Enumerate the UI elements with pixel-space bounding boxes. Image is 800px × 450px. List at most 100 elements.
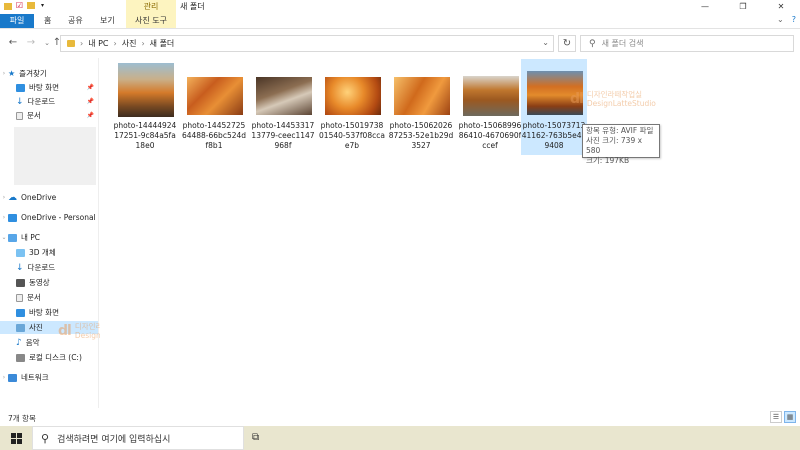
sidebar-item-local-disk[interactable]: 로컬 디스크 (C:) xyxy=(0,351,98,364)
watermark-logo: dl xyxy=(58,323,72,339)
sidebar-item-quick-access[interactable]: › ★ 즐겨찾기 xyxy=(0,67,98,80)
file-item[interactable]: photo-1501973801540-537f08ccae7b xyxy=(319,59,385,153)
navigation-bar: ← → ⌄ ↑ › 내 PC › 사진 › 새 폴더 ⌄ ↻ ⚲ 새 폴더 검색 xyxy=(0,32,800,54)
forward-arrow-icon[interactable]: → xyxy=(24,36,38,50)
chevron-icon[interactable]: › xyxy=(0,70,8,77)
start-button[interactable] xyxy=(0,426,32,450)
sidebar-item-3d-objects[interactable]: 3D 개체 xyxy=(0,246,98,259)
window-title: 새 폴더 xyxy=(180,2,205,11)
tab-home[interactable]: 홈 xyxy=(36,14,59,28)
download-icon: ↓ xyxy=(16,262,24,273)
file-thumbnail xyxy=(187,63,243,117)
sidebar-item-downloads[interactable]: ↓ 다운로드 xyxy=(0,261,98,274)
back-arrow-icon[interactable]: ← xyxy=(6,36,20,50)
close-button[interactable]: ✕ xyxy=(762,0,800,14)
sidebar-item-label: 사진 xyxy=(29,323,43,332)
file-item[interactable]: photo-1506202687253-52e1b29d3527 xyxy=(388,59,454,153)
help-icon[interactable]: ? xyxy=(792,15,796,24)
tab-picture-tools[interactable]: 사진 도구 xyxy=(126,14,176,28)
taskbar-search-placeholder: 검색하려면 여기에 입력하십시 xyxy=(57,434,171,445)
large-icons-view-icon[interactable]: ▦ xyxy=(784,411,796,423)
search-placeholder: 새 폴더 검색 xyxy=(601,39,644,48)
pin-icon[interactable]: 📌 xyxy=(87,98,94,105)
file-thumbnail xyxy=(463,63,519,117)
pin-icon[interactable]: 📌 xyxy=(87,112,94,119)
refresh-button[interactable]: ↻ xyxy=(558,35,576,52)
taskbar-search-input[interactable]: ⚲ 검색하려면 여기에 입력하십시 xyxy=(32,426,244,450)
tab-file[interactable]: 파일 xyxy=(0,14,34,28)
film-icon xyxy=(16,278,25,287)
task-view-icon[interactable]: ⧉ xyxy=(252,432,259,443)
title-bar: ☑ ▾ 관리 새 폴더 — ❐ ✕ xyxy=(0,0,800,14)
pin-icon[interactable]: 📌 xyxy=(87,84,94,91)
tooltip-dimensions: 사진 크기: 739 x 580 xyxy=(586,136,643,155)
document-icon xyxy=(16,111,23,120)
computer-icon xyxy=(8,233,17,242)
chevron-icon[interactable]: › xyxy=(0,214,8,221)
context-tab-manage[interactable]: 관리 xyxy=(126,0,176,14)
folder-icon xyxy=(67,40,75,47)
file-name: photo-1445331713779-ceec1147968f xyxy=(251,121,315,150)
file-item[interactable]: photo-1506899686410-4670690fccef xyxy=(457,59,523,153)
navigation-pane: › ★ 즐겨찾기 바탕 화면 📌 ↓ 다운로드 📌 문서 📌 › ☁ OneDr… xyxy=(0,58,99,408)
sidebar-item-downloads[interactable]: ↓ 다운로드 📌 xyxy=(0,95,98,108)
breadcrumb-this-pc[interactable]: 내 PC xyxy=(88,38,108,49)
minimize-button[interactable]: — xyxy=(686,0,724,14)
sidebar-item-onedrive-personal[interactable]: › OneDrive - Personal xyxy=(0,211,98,224)
preview-placeholder xyxy=(14,127,96,185)
breadcrumb-chevron-icon[interactable]: › xyxy=(141,39,144,48)
tab-view[interactable]: 보기 xyxy=(92,14,123,28)
file-name: photo-1506202687253-52e1b29d3527 xyxy=(388,121,454,150)
details-view-icon[interactable]: ☰ xyxy=(770,411,782,423)
sidebar-item-label: 즐겨찾기 xyxy=(19,69,47,78)
file-info-tooltip: 항목 유형: AVIF 파일 사진 크기: 739 x 580 크기: 197K… xyxy=(582,124,660,165)
sidebar-item-desktop[interactable]: 바탕 화면 xyxy=(0,306,98,319)
chevron-icon[interactable]: ⌄ xyxy=(0,234,8,241)
collapse-ribbon-icon[interactable]: ⌄ xyxy=(777,15,784,24)
desktop-icon xyxy=(16,83,25,92)
chevron-down-icon[interactable]: ⌄ xyxy=(542,38,549,47)
sidebar-item-label: OneDrive - Personal xyxy=(21,213,96,222)
new-folder-icon[interactable] xyxy=(27,2,35,9)
file-item[interactable]: photo-1445331713779-ceec1147968f xyxy=(250,59,316,153)
sidebar-item-label: 바탕 화면 xyxy=(29,83,59,92)
sidebar-item-label: 음악 xyxy=(25,338,40,347)
sidebar-item-network[interactable]: › 네트워크 xyxy=(0,371,98,384)
sidebar-item-label: 로컬 디스크 (C:) xyxy=(29,353,82,362)
network-icon xyxy=(8,373,17,382)
file-thumbnail xyxy=(118,63,174,117)
sidebar-item-label: 바탕 화면 xyxy=(29,308,59,317)
file-name: photo-1445272564488-66bc524df8b1 xyxy=(181,121,247,150)
breadcrumb-new-folder[interactable]: 새 폴더 xyxy=(150,38,175,49)
sidebar-item-label: 다운로드 xyxy=(27,263,56,272)
sidebar-item-this-pc[interactable]: ⌄ 내 PC xyxy=(0,231,98,244)
sidebar-item-onedrive[interactable]: › ☁ OneDrive xyxy=(0,191,98,204)
properties-icon[interactable]: ☑ xyxy=(15,1,24,10)
chevron-icon[interactable]: › xyxy=(0,374,8,381)
chevron-icon[interactable]: › xyxy=(0,194,8,201)
search-icon: ⚲ xyxy=(589,38,596,49)
taskbar: ⚲ 검색하려면 여기에 입력하십시 ⧉ xyxy=(0,426,800,450)
sidebar-item-label: 내 PC xyxy=(21,233,41,242)
sidebar-item-desktop[interactable]: 바탕 화면 📌 xyxy=(0,81,98,94)
file-item[interactable]: photo-1445272564488-66bc524df8b1 xyxy=(181,59,247,153)
document-icon xyxy=(16,293,23,302)
breadcrumb-pictures[interactable]: 사진 xyxy=(122,38,137,49)
file-item[interactable]: photo-1444492417251-9c84a5fa18e0 xyxy=(112,59,178,153)
chevron-down-icon[interactable]: ▾ xyxy=(38,1,47,10)
windows-logo-icon xyxy=(10,432,22,444)
folder-icon xyxy=(4,2,12,10)
breadcrumb-chevron-icon[interactable]: › xyxy=(114,39,117,48)
tab-share[interactable]: 공유 xyxy=(60,14,91,28)
address-bar[interactable]: › 내 PC › 사진 › 새 폴더 ⌄ xyxy=(60,35,554,52)
cube-icon xyxy=(16,248,25,257)
sidebar-item-documents[interactable]: 문서 xyxy=(0,291,98,304)
sidebar-item-documents[interactable]: 문서 📌 xyxy=(0,109,98,122)
sidebar-item-videos[interactable]: 동영상 xyxy=(0,276,98,289)
breadcrumb-chevron-icon[interactable]: › xyxy=(80,39,83,48)
maximize-button[interactable]: ❐ xyxy=(724,0,762,14)
picture-icon xyxy=(16,323,25,332)
sidebar-item-label: 문서 xyxy=(27,293,41,302)
search-input[interactable]: ⚲ 새 폴더 검색 xyxy=(580,35,794,52)
file-thumbnail xyxy=(394,63,450,117)
